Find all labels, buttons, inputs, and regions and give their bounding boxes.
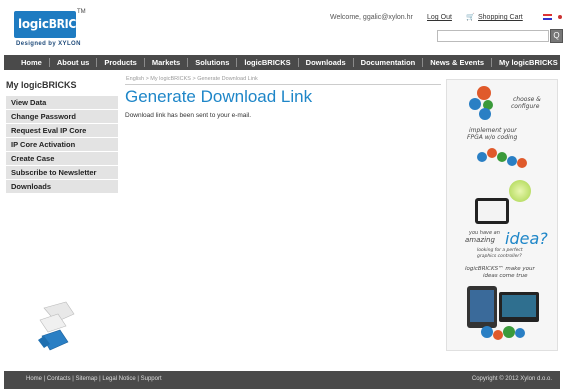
welcome-text: Welcome, ggalic@xylon.hr: [330, 14, 413, 21]
search-input[interactable]: [437, 30, 549, 42]
gear-bottom-icon: [493, 330, 503, 340]
sidebar-title: My logicBRICKS: [6, 80, 77, 90]
logo-subtitle: Designed by XYLON: [16, 41, 81, 47]
sidebar-item-ip-core-activation[interactable]: IP Core Activation: [6, 138, 118, 152]
banner-text-looking: looking for a perfect: [477, 248, 523, 253]
logo-logic: logic: [18, 17, 49, 31]
copyright-text: Copyright © 2012 Xylon d.o.o.: [471, 376, 552, 382]
nav-item-markets[interactable]: Markets: [145, 58, 189, 67]
confirmation-message: Download link has been sent to your e-ma…: [125, 112, 252, 119]
gear-bottom-icon: [481, 326, 493, 338]
nav-item-news-events[interactable]: News & Events: [423, 58, 493, 67]
logo-bricks: BRICKS: [48, 17, 92, 31]
banner-text-configure: configure: [511, 103, 540, 110]
nav-item-about-us[interactable]: About us: [50, 58, 98, 67]
gear-orange-icon: [477, 86, 491, 100]
sidebar-item-change-password[interactable]: Change Password: [6, 110, 118, 124]
device-monitor-icon: [499, 292, 539, 322]
gear-cluster-icon: [477, 152, 487, 162]
footer: Home | Contacts | Sitemap | Legal Notice…: [4, 371, 560, 389]
logout-link[interactable]: Log Out: [427, 14, 452, 21]
sidebar-item-subscribe-newsletter[interactable]: Subscribe to Newsletter: [6, 166, 118, 180]
gear-cluster-icon: [487, 148, 497, 158]
puzzle-pieces-icon: [36, 300, 78, 355]
header: logicBRICKS TM Designed by XYLON Welcome…: [0, 0, 564, 55]
banner-text-fpga: FPGA w/o coding: [467, 134, 518, 141]
breadcrumb[interactable]: English > My logicBRICKS > Generate Down…: [126, 76, 258, 82]
banner-text-choose: choose &: [513, 96, 541, 103]
banner-text-idea: idea?: [505, 229, 548, 248]
english-flag-icon[interactable]: [543, 14, 552, 20]
nav-item-my-logicbricks[interactable]: My logicBRICKS: [492, 58, 564, 67]
gear-blue-icon: [469, 98, 481, 110]
tablet-icon: [475, 198, 509, 224]
gear-blue-small-icon: [479, 108, 491, 120]
promo-banner[interactable]: choose & configure implement your FPGA w…: [446, 79, 558, 351]
page-title: Generate Download Link: [125, 87, 313, 106]
gear-cluster-icon: [507, 156, 517, 166]
sidebar-item-view-data[interactable]: View Data: [6, 96, 118, 110]
banner-text-ideas: ideas come true: [483, 273, 528, 279]
banner-text-implement: implement your: [469, 127, 517, 134]
shopping-cart-link[interactable]: Shopping Cart: [478, 14, 523, 21]
footer-links[interactable]: Home | Contacts | Sitemap | Legal Notice…: [26, 376, 162, 382]
banner-text-make: logicBRICKS™ make your: [465, 266, 535, 272]
search-icon: Q: [553, 31, 560, 40]
lightbulb-icon: [509, 180, 531, 202]
logo-tm: TM: [77, 9, 86, 15]
main-nav: Home About us Products Markets Solutions…: [4, 55, 560, 70]
sidebar-item-create-case[interactable]: Create Case: [6, 152, 118, 166]
search-button[interactable]: Q: [550, 29, 563, 43]
banner-text-amazing: amazing: [465, 236, 495, 244]
sidebar: My logicBRICKS View Data Change Password…: [6, 80, 118, 194]
logo-wordmark: logicBRICKS: [14, 11, 92, 38]
cart-icon[interactable]: 🛒: [466, 13, 475, 21]
nav-item-documentation[interactable]: Documentation: [354, 58, 424, 67]
gear-bottom-icon: [503, 326, 515, 338]
gear-bottom-icon: [515, 328, 525, 338]
gear-cluster-icon: [497, 152, 507, 162]
sidebar-item-request-eval-ip-core[interactable]: Request Eval IP Core: [6, 124, 118, 138]
nav-item-products[interactable]: Products: [97, 58, 145, 67]
gear-cluster-icon: [517, 158, 527, 168]
logicbricks-logo[interactable]: logicBRICKS TM Designed by XYLON: [14, 9, 92, 47]
banner-text-graphics: graphics controller?: [477, 254, 522, 259]
sidebar-item-downloads[interactable]: Downloads: [6, 180, 118, 194]
title-divider: [125, 84, 441, 85]
nav-item-solutions[interactable]: Solutions: [188, 58, 238, 67]
nav-item-home[interactable]: Home: [14, 58, 50, 67]
nav-item-logicbricks[interactable]: logicBRICKS: [237, 58, 299, 67]
device-phone-icon: [467, 286, 497, 328]
croatian-flag-icon[interactable]: [558, 15, 562, 19]
nav-item-downloads[interactable]: Downloads: [299, 58, 354, 67]
